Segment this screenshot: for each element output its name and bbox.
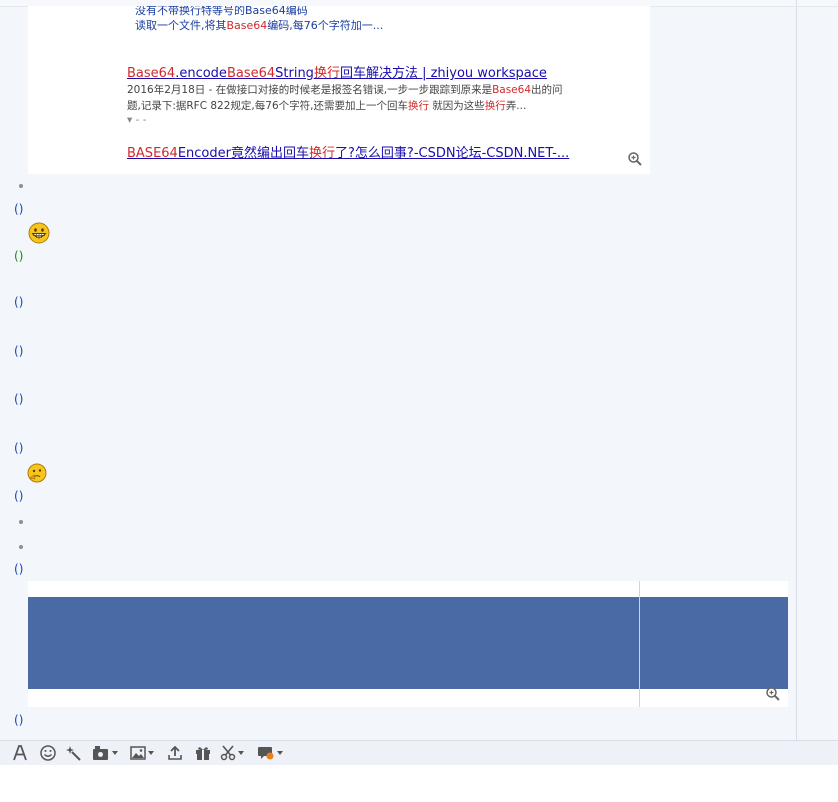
message-header: (): [14, 562, 23, 576]
editor-margin-line: [639, 581, 640, 707]
paren: ): [18, 249, 24, 263]
bullet-dot: [19, 184, 23, 188]
image-icon: [130, 745, 146, 761]
emoji-icon: [40, 745, 56, 761]
upload-button[interactable]: [167, 745, 183, 761]
scrollbar-track[interactable]: [796, 0, 797, 740]
text-segment: 了?怎么回事?-CSDN论坛-CSDN.NET-...: [335, 146, 570, 161]
text-segment: .encode: [175, 66, 227, 81]
message-header: (): [14, 441, 23, 455]
input-toolbar: [0, 740, 838, 765]
paren: ): [18, 489, 24, 503]
message-header: (): [14, 295, 23, 309]
highlighted-keyword: Base64: [226, 19, 268, 32]
gif-icon: [92, 745, 110, 761]
magic-wand-icon: [66, 745, 82, 761]
highlighted-keyword: 换行: [309, 146, 336, 161]
bullet-dot: [19, 545, 23, 549]
text-segment: 2016年2月18日 - 在做接口对接的时候老是报签名错误,一步一步跟踪到原来是: [127, 84, 493, 96]
message-header: (): [14, 249, 23, 263]
thinking-emoji-icon: [27, 463, 47, 486]
message-header: (): [14, 392, 23, 406]
text-segment: 读取一个文件,将其: [135, 19, 227, 32]
font-button[interactable]: [12, 745, 28, 761]
text-segment: 回车解决方法 | zhiyou workspace: [339, 66, 547, 81]
text-segment: 就因为这些: [428, 100, 485, 112]
text-segment: 编码,每76个字符加一...: [267, 19, 384, 32]
chevron-down-icon[interactable]: [148, 751, 154, 755]
font-icon: [12, 745, 28, 761]
image-button[interactable]: [130, 745, 154, 761]
text-segment: 题,记录下:据RFC 822规定,每76个字符,还需要加上一个回车: [127, 100, 408, 112]
text-segment: 弄...: [505, 100, 527, 112]
paren: ): [18, 344, 24, 358]
search-result-screenshot[interactable]: 没有不带换行特等号的Base64编码 读取一个文件,将其Base64编码,每76个…: [28, 6, 650, 174]
paren: ): [18, 392, 24, 406]
paren: ): [18, 713, 24, 727]
related-question-link[interactable]: 读取一个文件,将其Base64编码,每76个字符加一...: [135, 17, 383, 33]
result-source: ▾ - -: [127, 114, 147, 126]
chat-history-icon: [257, 745, 275, 761]
paren: ): [18, 441, 24, 455]
upload-icon: [167, 745, 183, 761]
highlighted-keyword: 换行: [407, 100, 429, 112]
result-snippet-line: 题,记录下:据RFC 822规定,每76个字符,还需要加上一个回车换行 就因为这…: [127, 98, 526, 113]
highlighted-keyword: Base64: [226, 66, 276, 81]
highlighted-keyword: Base64: [127, 66, 176, 81]
paren: ): [18, 295, 24, 309]
paren: ): [18, 562, 24, 576]
zoom-icon[interactable]: [627, 151, 643, 167]
result-title-link[interactable]: BASE64Encoder竟然编出回车换行了?怎么回事?-CSDN论坛-CSDN…: [127, 142, 569, 161]
gift-button[interactable]: [195, 745, 211, 761]
scissors-button[interactable]: [220, 745, 244, 761]
highlighted-keyword: Base64: [492, 84, 532, 96]
message-header: (): [14, 489, 23, 503]
gift-icon: [195, 745, 211, 761]
dropdown-arrow-icon[interactable]: ▾ -: [127, 114, 143, 126]
text-segment: 出的问: [531, 84, 563, 96]
text-segment: Encoder: [177, 146, 231, 161]
emoji-button[interactable]: [40, 745, 56, 761]
message-text: [27, 463, 47, 486]
message-header: (): [14, 713, 23, 727]
result-title-link[interactable]: Base64.encodeBase64String换行回车解决方法 | zhiy…: [127, 62, 547, 81]
code-selection-highlight: [28, 597, 788, 689]
highlighted-keyword: 换行: [313, 66, 340, 81]
chevron-down-icon[interactable]: [277, 751, 283, 755]
text-segment: String: [275, 66, 314, 81]
scissors-icon: [220, 745, 236, 761]
zoom-icon[interactable]: [765, 686, 781, 702]
separator: -: [142, 114, 147, 126]
chevron-down-icon[interactable]: [238, 751, 244, 755]
highlighted-keyword: BASE64: [127, 146, 178, 161]
code-screenshot[interactable]: [28, 581, 788, 707]
message-header: (): [14, 202, 23, 216]
text-segment: 特等号的Base64编码: [201, 6, 308, 17]
chevron-down-icon[interactable]: [112, 751, 118, 755]
chat-history-button[interactable]: [257, 745, 283, 761]
chat-history-panel: 没有不带换行特等号的Base64编码 读取一个文件,将其Base64编码,每76个…: [0, 0, 838, 740]
text-segment: 没有不带换行: [135, 6, 201, 17]
gif-button[interactable]: [92, 745, 118, 761]
highlighted-keyword: 换行: [484, 100, 506, 112]
message-input-area[interactable]: [0, 765, 838, 802]
result-snippet-line: 2016年2月18日 - 在做接口对接的时候老是报签名错误,一步一步跟踪到原来是…: [127, 82, 563, 97]
message-header: (): [14, 344, 23, 358]
text-segment: 竟然编出回车: [230, 146, 309, 161]
bullet-dot: [19, 520, 23, 524]
paren: ): [18, 202, 24, 216]
magic-wand-button[interactable]: [66, 745, 82, 761]
grin-emoji-icon: [28, 222, 50, 247]
